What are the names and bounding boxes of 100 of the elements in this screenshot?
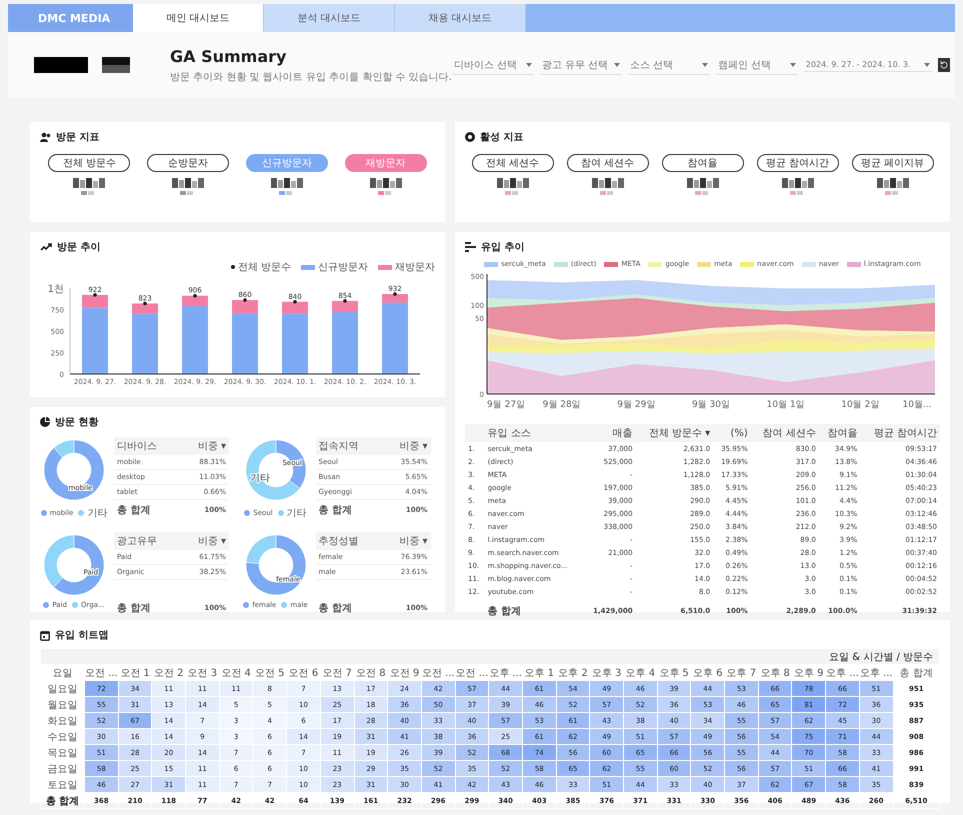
pixelated-value	[268, 178, 305, 196]
heatmap-caption: 요일 & 시간별 / 방문수	[829, 652, 933, 662]
chart-point	[193, 294, 197, 298]
legend-marker	[72, 602, 78, 608]
column-header: 평균 참여시간	[860, 424, 940, 442]
legend-marker	[278, 510, 284, 516]
total-label: 총 합계	[114, 500, 180, 520]
section-title: 유입 추이	[481, 241, 524, 254]
bars-icon	[465, 242, 476, 252]
redacted-block	[102, 57, 130, 73]
toolbar-button[interactable]	[938, 58, 950, 72]
logo: DMC MEDIA	[8, 4, 133, 32]
section-title: 방문 현황	[55, 416, 98, 429]
legend-marker	[230, 265, 235, 269]
section-title: 방문 지표	[56, 131, 100, 144]
metric-label: 재방문자	[344, 154, 427, 172]
metric-label: 전체 방문수	[48, 154, 130, 172]
column-header: 매출	[583, 424, 636, 442]
people-icon	[40, 132, 51, 142]
metric-label: 신규방문자	[246, 154, 328, 172]
caret-icon	[790, 62, 796, 66]
column-header[interactable]: 비중 ▾	[381, 532, 430, 550]
pixelated-value	[494, 178, 530, 196]
chart-point	[243, 298, 247, 302]
axis-label: 1천	[48, 284, 64, 295]
legend-marker	[78, 510, 84, 516]
column-header: 참여 세션수	[750, 424, 819, 442]
tab[interactable]: 메인 대시보드	[133, 4, 264, 32]
legend-label: 재방문자	[395, 261, 435, 274]
chart-point	[143, 302, 147, 306]
column-header[interactable]: 전체 방문수 ▾	[636, 424, 714, 442]
legend-marker	[40, 510, 47, 516]
section-title: 활성 지표	[480, 131, 524, 144]
pixelated-value	[170, 178, 206, 196]
chart-point	[93, 293, 97, 297]
column-header[interactable]: 비중 ▾	[180, 437, 229, 455]
trend-icon	[40, 243, 52, 251]
caret-icon	[924, 62, 930, 66]
column-header: (%)	[713, 424, 751, 442]
chart-point	[293, 300, 297, 304]
filter-dropdown[interactable]: 디바이스 선택	[452, 56, 534, 74]
circle-icon	[465, 132, 475, 142]
filter-dropdown[interactable]: 캠페인 선택	[716, 56, 798, 74]
axis-label: 10월 2일	[841, 400, 880, 410]
total-label: 총 합계	[316, 500, 382, 520]
column-header: 추정성별	[316, 532, 382, 550]
filter-dropdown[interactable]: 소스 선택	[628, 56, 710, 74]
pixelated-value	[590, 178, 626, 196]
legend-label: 기타	[286, 507, 307, 520]
filter-dropdown[interactable]: 2024. 9. 27. - 2024. 10. 3.	[804, 58, 932, 72]
axis-label: 9월 27일	[487, 400, 526, 410]
table-cell-text: 총 합계	[486, 605, 522, 619]
axis-label: 10월 1일	[766, 400, 805, 410]
column-header[interactable]: 비중 ▾	[381, 437, 430, 455]
legend-label: 신규방문자	[318, 261, 368, 274]
chart-point	[343, 299, 347, 303]
metric-label: 평균 페이지뷰	[852, 154, 934, 172]
legend-swatch	[301, 264, 315, 270]
section-title: 방문 추이	[57, 241, 100, 254]
tab[interactable]: 채용 대시보드	[395, 4, 526, 32]
filter-dropdown[interactable]: 광고 유무 선택	[540, 56, 622, 74]
axis-label: 9월 28일	[542, 400, 581, 410]
legend-marker	[244, 510, 250, 516]
column-header: 광고유무	[114, 532, 180, 550]
column-header: 디바이스	[114, 437, 180, 455]
total-label: 총 합계	[318, 602, 353, 616]
pixelated-value	[71, 178, 108, 196]
page-title: GA Summary	[170, 46, 288, 66]
legend-label: 전체 방문수	[238, 261, 291, 274]
legend-marker	[281, 602, 288, 608]
caret-icon	[526, 62, 532, 66]
legend-marker	[243, 602, 250, 608]
metric-label: 평균 참여시간	[756, 154, 838, 172]
axis-label: 9월 30일	[692, 400, 730, 410]
metric-label: 참여율	[662, 154, 744, 172]
legend-swatch	[378, 264, 392, 270]
metric-label: 순방문자	[147, 154, 230, 172]
page-subtitle: 방문 추이와 현황 및 웹사이트 유입 추이를 확인할 수 있습니다.	[170, 70, 452, 84]
pixelated-value	[780, 178, 816, 196]
tab[interactable]: 분석 대시보드	[264, 4, 395, 32]
axis-label: 9월 29일	[617, 400, 656, 410]
legend-label: 기타	[87, 507, 108, 520]
metric-label: 참여 세션수	[566, 154, 648, 172]
caret-icon	[614, 62, 620, 66]
pixelated-value	[874, 178, 910, 196]
pie-icon	[40, 417, 50, 427]
pixelated-value	[684, 178, 720, 196]
metric-label: 전체 세션수	[472, 154, 554, 172]
column-header[interactable]: 비중 ▾	[180, 532, 229, 550]
redacted-block	[34, 57, 88, 73]
total-label: 총 합계	[116, 602, 152, 616]
pixelated-value	[368, 178, 404, 196]
legend-marker	[43, 602, 50, 608]
calendar-icon	[40, 630, 50, 640]
column-header: 참여율	[818, 424, 860, 442]
section-title: 유입 히트맵	[55, 629, 108, 642]
chart-point	[393, 292, 397, 296]
column-header: 접속지역	[316, 437, 382, 455]
axis-label: 10월...	[902, 400, 932, 410]
caret-icon	[702, 62, 708, 66]
